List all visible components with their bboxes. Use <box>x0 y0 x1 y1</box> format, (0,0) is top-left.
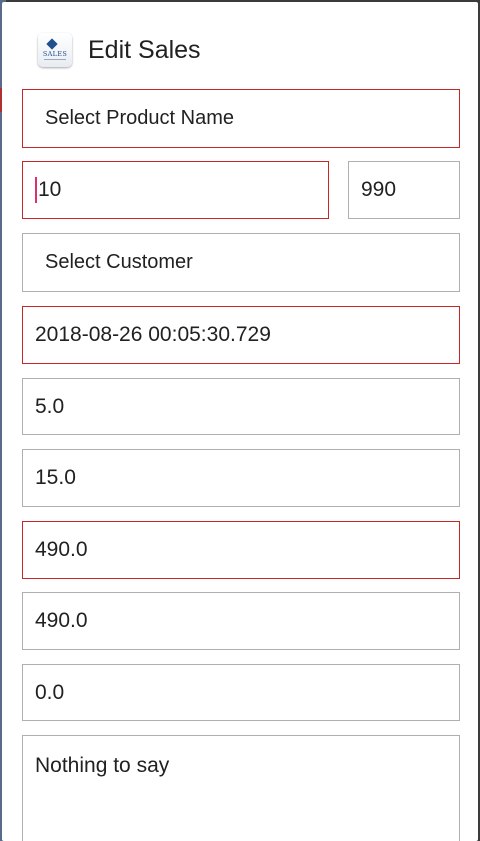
amount-input-4[interactable]: 490.0 <box>22 592 460 650</box>
dialog-header: SALES Edit Sales <box>38 30 201 70</box>
dialog-title: Edit Sales <box>88 35 201 64</box>
amount-value-3: 490.0 <box>35 538 88 561</box>
text-cursor <box>35 177 37 203</box>
price-value: 990 <box>361 178 397 201</box>
product-name-placeholder: Select Product Name <box>45 107 234 129</box>
price-input[interactable]: 990 <box>348 161 460 219</box>
logo-underline <box>44 59 66 60</box>
amount-value-5: 0.0 <box>35 680 65 704</box>
product-name-select[interactable]: Select Product Name <box>22 89 460 148</box>
amount-value-1: 5.0 <box>35 394 65 418</box>
quantity-value: 10 <box>38 178 62 201</box>
date-input[interactable]: 2018-08-26 00:05:30.729 <box>22 306 460 364</box>
notes-textarea[interactable]: Nothing to say <box>22 735 460 841</box>
customer-select[interactable]: Select Customer <box>22 233 460 292</box>
amount-input-5[interactable]: 0.0 <box>22 664 460 721</box>
amount-value-2: 15.0 <box>35 466 76 489</box>
edit-sales-dialog: SALES Edit Sales Select Product Name 10 … <box>2 2 478 841</box>
logo-mark <box>46 38 58 50</box>
amount-input-3[interactable]: 490.0 <box>22 521 460 579</box>
date-value: 2018-08-26 00:05:30.729 <box>35 323 271 346</box>
sales-logo-icon: SALES <box>38 33 72 67</box>
customer-placeholder: Select Customer <box>45 251 193 273</box>
notes-value: Nothing to say <box>35 754 170 777</box>
quantity-input[interactable]: 10 <box>22 161 329 219</box>
logo-text: SALES <box>42 50 68 58</box>
amount-input-1[interactable]: 5.0 <box>22 378 460 435</box>
amount-value-4: 490.0 <box>35 609 88 632</box>
amount-input-2[interactable]: 15.0 <box>22 449 460 507</box>
